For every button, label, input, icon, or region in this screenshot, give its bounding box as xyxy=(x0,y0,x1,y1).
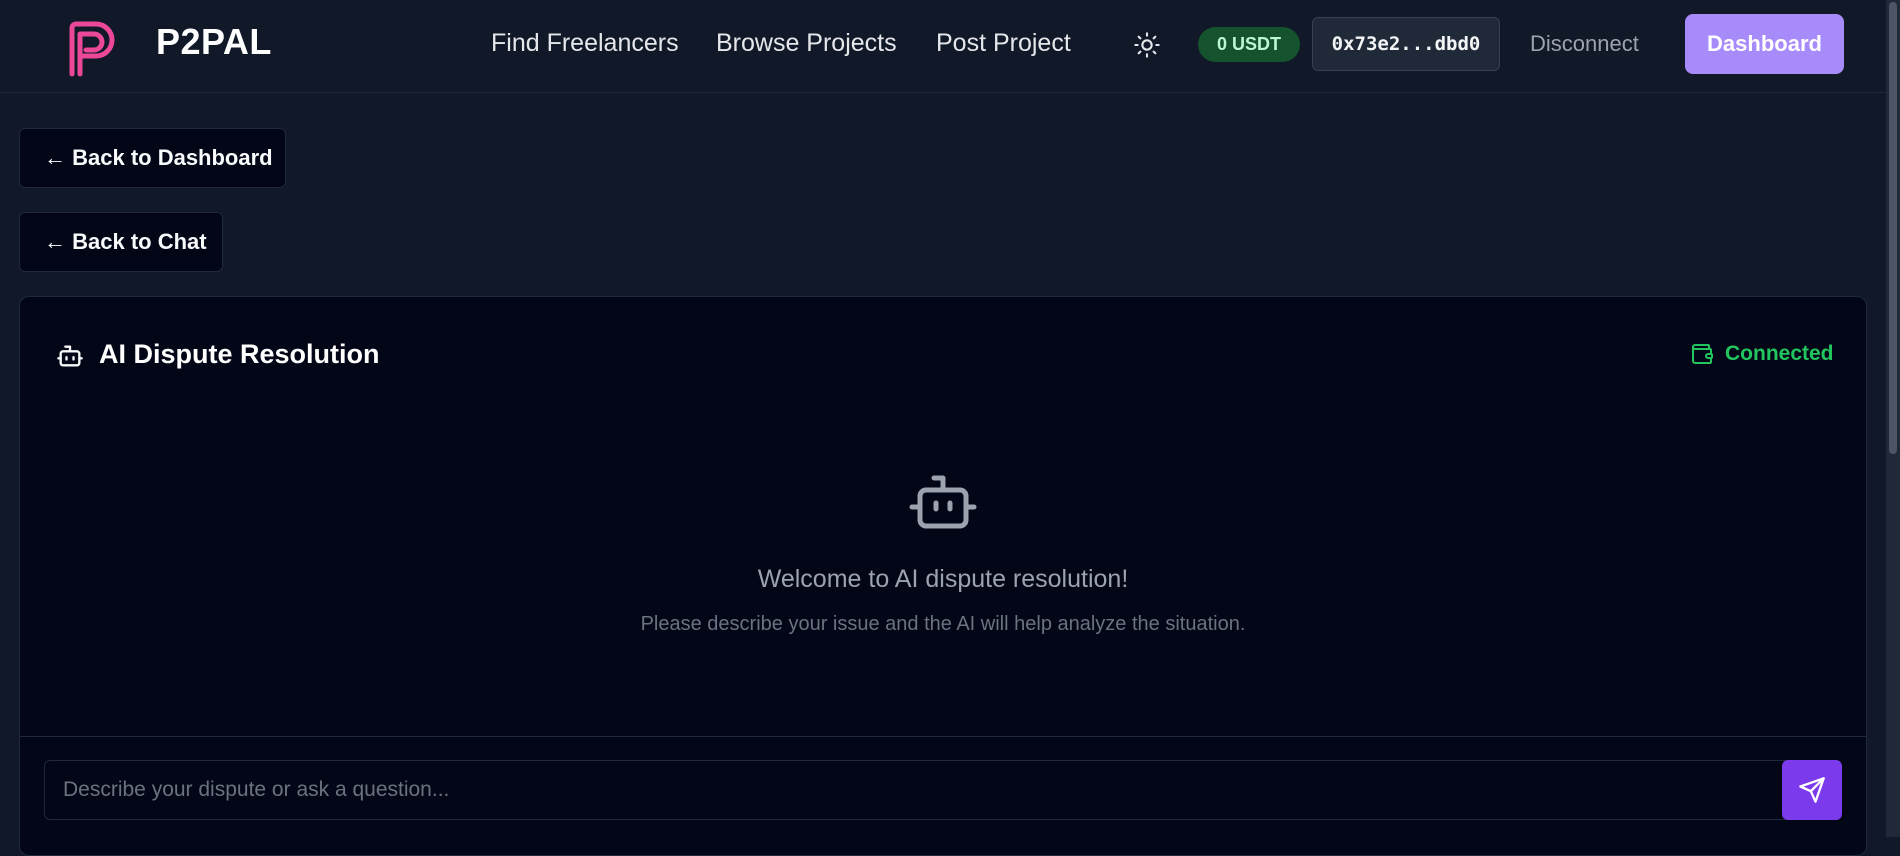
brand-name[interactable]: P2PAL xyxy=(156,21,272,63)
welcome-title: Welcome to AI dispute resolution! xyxy=(757,565,1129,593)
sun-icon[interactable] xyxy=(1133,31,1161,59)
bot-icon xyxy=(909,475,977,529)
p2pal-logo-icon[interactable] xyxy=(62,14,120,80)
panel-title: AI Dispute Resolution xyxy=(99,339,380,369)
nav-link-browse-projects[interactable]: Browse Projects xyxy=(716,29,897,58)
dispute-message-input[interactable] xyxy=(44,760,1790,820)
send-icon xyxy=(1799,777,1825,803)
page-scrollbar[interactable] xyxy=(1886,0,1900,837)
input-divider xyxy=(20,736,1866,737)
dispute-panel: AI Dispute Resolution Connected Welcome … xyxy=(19,296,1867,856)
balance-badge: 0 USDT xyxy=(1198,27,1300,62)
wallet-icon xyxy=(1692,344,1713,364)
nav-link-find-freelancers[interactable]: Find Freelancers xyxy=(491,29,679,58)
back-to-chat-button[interactable]: ← Back to Chat xyxy=(19,212,223,272)
back-to-dashboard-button[interactable]: ← Back to Dashboard xyxy=(19,128,286,188)
welcome-subtitle: Please describe your issue and the AI wi… xyxy=(640,613,1246,635)
dashboard-button[interactable]: Dashboard xyxy=(1685,14,1844,74)
connection-status: Connected xyxy=(1725,342,1834,365)
send-button[interactable] xyxy=(1782,760,1842,820)
nav-link-post-project[interactable]: Post Project xyxy=(936,29,1071,58)
top-navbar: P2PAL Find Freelancers Browse Projects P… xyxy=(0,0,1886,93)
wallet-address[interactable]: 0x73e2...dbd0 xyxy=(1312,17,1500,71)
bot-icon xyxy=(57,345,83,367)
scrollbar-thumb[interactable] xyxy=(1889,2,1897,454)
disconnect-button[interactable]: Disconnect xyxy=(1530,31,1639,57)
